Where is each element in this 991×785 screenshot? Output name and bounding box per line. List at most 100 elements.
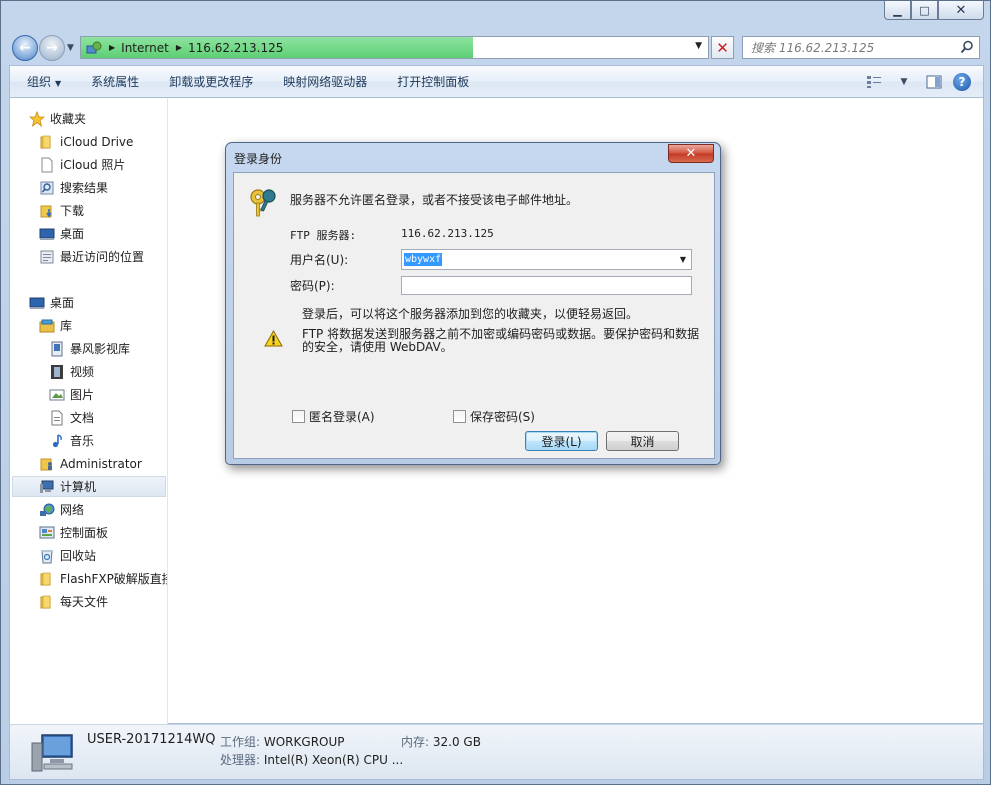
document-icon	[51, 410, 63, 425]
forward-button[interactable]: →	[39, 35, 65, 61]
username-combobox[interactable]: wbywxf ▼	[401, 249, 692, 270]
favorites-group[interactable]: 收藏夹	[29, 108, 86, 129]
system-properties-button[interactable]: 系统属性	[76, 70, 154, 94]
sidebar-item-label: 图片	[70, 388, 95, 402]
breadcrumb-internet[interactable]: Internet	[121, 41, 169, 55]
back-button[interactable]: ←	[12, 35, 38, 61]
sidebar-item-label: 视频	[70, 365, 95, 379]
sidebar-item-icloud-photos[interactable]: iCloud 照片	[39, 154, 125, 175]
password-field[interactable]	[401, 276, 692, 295]
help-icon: ?	[958, 74, 966, 89]
save-password-label: 保存密码(S)	[470, 410, 535, 424]
recent-places-icon	[40, 250, 54, 263]
checkbox-box[interactable]	[292, 410, 305, 423]
address-dropdown-icon[interactable]: ▼	[695, 41, 702, 51]
memory-info: 内存: 32.0 GB	[401, 733, 481, 750]
search-box[interactable]	[742, 36, 980, 59]
view-options-icon	[867, 75, 881, 88]
sidebar-item-label: 暴风影视库	[70, 342, 131, 356]
cancel-button[interactable]: 取消	[606, 431, 679, 451]
search-folder-icon	[40, 181, 54, 194]
sidebar-item-storm-video[interactable]: 暴风影视库	[49, 338, 130, 359]
sidebar-item-label: 控制面板	[60, 526, 109, 540]
sidebar-item-recent-places[interactable]: 最近访问的位置	[39, 246, 144, 267]
user-folder-icon	[40, 458, 52, 470]
view-dropdown-button[interactable]: ▼	[893, 72, 915, 92]
sidebar-item-control-panel[interactable]: 控制面板	[39, 522, 108, 543]
sidebar-item-documents[interactable]: 文档	[49, 407, 94, 428]
maximize-button[interactable]: □	[911, 1, 938, 20]
search-input[interactable]	[751, 37, 961, 58]
sidebar-item-downloads[interactable]: 下载	[39, 200, 84, 221]
sidebar-item-desktop-fav[interactable]: 桌面	[39, 223, 84, 244]
breadcrumb-separator-icon: ▶	[175, 43, 182, 52]
sidebar-item-label: 回收站	[60, 549, 97, 563]
anonymous-login-label: 匿名登录(A)	[309, 410, 375, 424]
login-dialog: 登录身份 ✕ 服务器不允许匿名登录，或者不接受该电子邮件地址。 FTP 服务器:…	[225, 142, 721, 465]
close-window-button[interactable]: ✕	[938, 1, 984, 20]
maximize-icon: □	[919, 3, 930, 17]
preview-pane-button[interactable]	[923, 72, 945, 92]
workgroup-info: 工作组: WORKGROUP	[220, 733, 345, 750]
computer-icon	[40, 480, 54, 493]
sidebar-item-daily-files[interactable]: 每天文件	[39, 591, 108, 612]
help-button[interactable]: ?	[953, 72, 971, 91]
sidebar-item-videos[interactable]: 视频	[49, 361, 94, 382]
chevron-down-icon: ▼	[55, 78, 62, 88]
sidebar-item-label: 库	[60, 319, 73, 333]
minimize-icon: ▁	[893, 3, 902, 17]
uninstall-program-button[interactable]: 卸载或更改程序	[154, 70, 268, 94]
open-control-panel-button[interactable]: 打开控制面板	[382, 70, 484, 94]
warning-line-2: 的安全，请使用 WebDAV。	[302, 340, 453, 354]
recent-pages-dropdown[interactable]: ▼	[67, 43, 74, 53]
sidebar-item-label: 计算机	[60, 480, 97, 494]
download-folder-icon	[40, 205, 52, 217]
sidebar-item-recycle-bin[interactable]: 回收站	[39, 545, 96, 566]
video-icon	[51, 364, 63, 379]
change-view-button[interactable]	[863, 72, 885, 92]
dialog-close-button[interactable]: ✕	[668, 144, 714, 163]
dialog-body: 服务器不允许匿名登录，或者不接受该电子邮件地址。 FTP 服务器: 116.62…	[233, 172, 715, 459]
desktop-icon	[39, 228, 55, 240]
recycle-bin-icon	[41, 549, 53, 563]
anonymous-login-checkbox[interactable]: 匿名登录(A)	[292, 408, 375, 425]
sidebar-item-search-results[interactable]: 搜索结果	[39, 177, 108, 198]
map-network-drive-button[interactable]: 映射网络驱动器	[268, 70, 382, 94]
sidebar-item-label: 网络	[60, 503, 85, 517]
chevron-down-icon[interactable]: ▼	[680, 255, 686, 264]
organize-menu[interactable]: 组织 ▼	[10, 70, 76, 94]
computer-icon	[31, 734, 73, 772]
minimize-button[interactable]: ▁	[884, 1, 911, 20]
caption-buttons: ▁ □ ✕	[884, 1, 984, 20]
checkbox-box[interactable]	[453, 410, 466, 423]
address-bar[interactable]: ▶ Internet ▶ 116.62.213.125 ▼	[80, 36, 709, 59]
breadcrumb-server[interactable]: 116.62.213.125	[188, 41, 283, 55]
sidebar-item-flashfxp[interactable]: FlashFXP破解版直接	[39, 568, 167, 589]
sidebar-item-label: 桌面	[60, 227, 85, 241]
folder-icon	[40, 135, 51, 148]
save-password-checkbox[interactable]: 保存密码(S)	[453, 408, 535, 425]
workgroup-value: WORKGROUP	[263, 735, 345, 749]
organize-label: 组织	[27, 74, 52, 89]
sidebar-item-computer[interactable]: 计算机	[12, 476, 166, 497]
sidebar-item-icloud-drive[interactable]: iCloud Drive	[39, 131, 133, 152]
stop-button[interactable]: ✕	[711, 36, 734, 59]
sidebar-item-label: 文档	[70, 411, 95, 425]
sidebar-item-label: iCloud 照片	[60, 158, 126, 172]
desktop-group[interactable]: 桌面	[29, 292, 74, 313]
control-panel-icon	[39, 526, 55, 538]
library-icon	[39, 319, 55, 332]
close-icon: ✕	[955, 2, 967, 18]
search-icon	[960, 40, 973, 54]
sidebar-item-administrator[interactable]: Administrator	[39, 453, 142, 474]
login-button[interactable]: 登录(L)	[525, 431, 598, 451]
sidebar-item-library[interactable]: 库	[39, 315, 72, 336]
network-icon	[40, 503, 55, 516]
sidebar-item-network[interactable]: 网络	[39, 499, 84, 520]
folder-icon	[40, 572, 51, 585]
video-library-icon	[51, 341, 63, 356]
sidebar-item-music[interactable]: 音乐	[49, 430, 94, 451]
picture-icon	[49, 389, 65, 400]
sidebar-item-label: 最近访问的位置	[60, 250, 145, 264]
sidebar-item-pictures[interactable]: 图片	[49, 384, 94, 405]
